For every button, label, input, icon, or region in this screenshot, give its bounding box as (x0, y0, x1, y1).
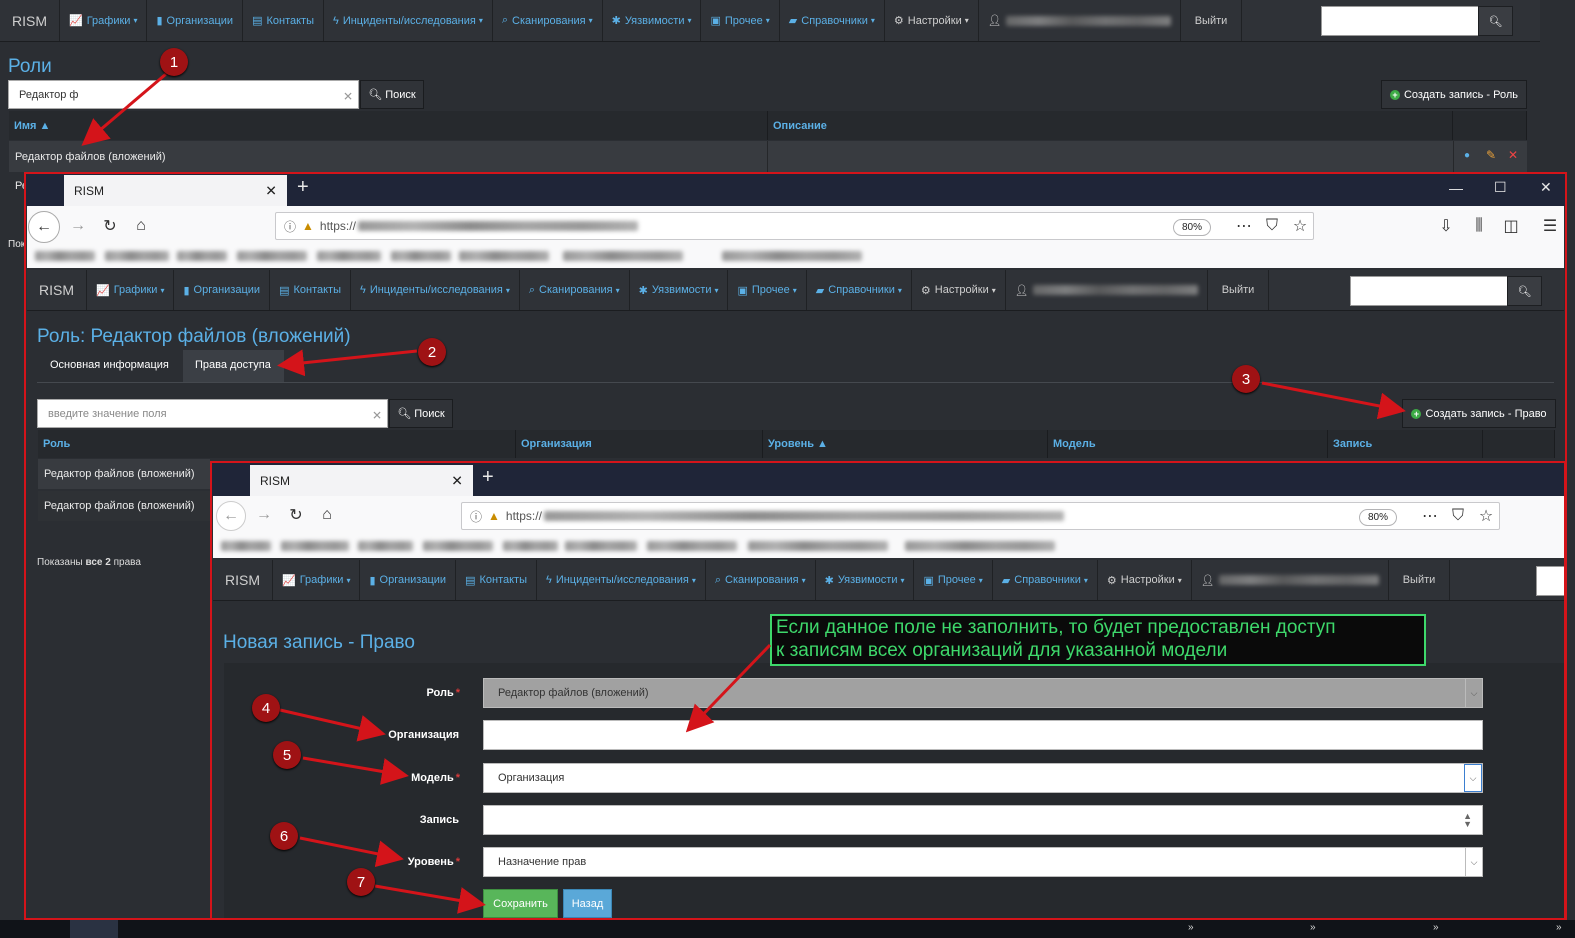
arrow-6 (299, 836, 404, 868)
arrow-1 (81, 72, 167, 146)
arrow-7 (374, 884, 486, 914)
arrow-5 (302, 756, 409, 785)
annotation-arrows (81, 72, 1406, 914)
marker-3: 3 (1232, 365, 1260, 393)
arrow-2 (277, 349, 418, 377)
marker-2: 2 (418, 338, 446, 366)
arrow-3 (1261, 381, 1406, 420)
arrow-note (685, 643, 772, 733)
marker-7: 7 (347, 868, 375, 896)
arrow-4 (279, 708, 386, 742)
marker-1: 1 (160, 48, 188, 76)
marker-4: 4 (252, 694, 280, 722)
marker-6: 6 (270, 822, 298, 850)
marker-5: 5 (273, 741, 301, 769)
